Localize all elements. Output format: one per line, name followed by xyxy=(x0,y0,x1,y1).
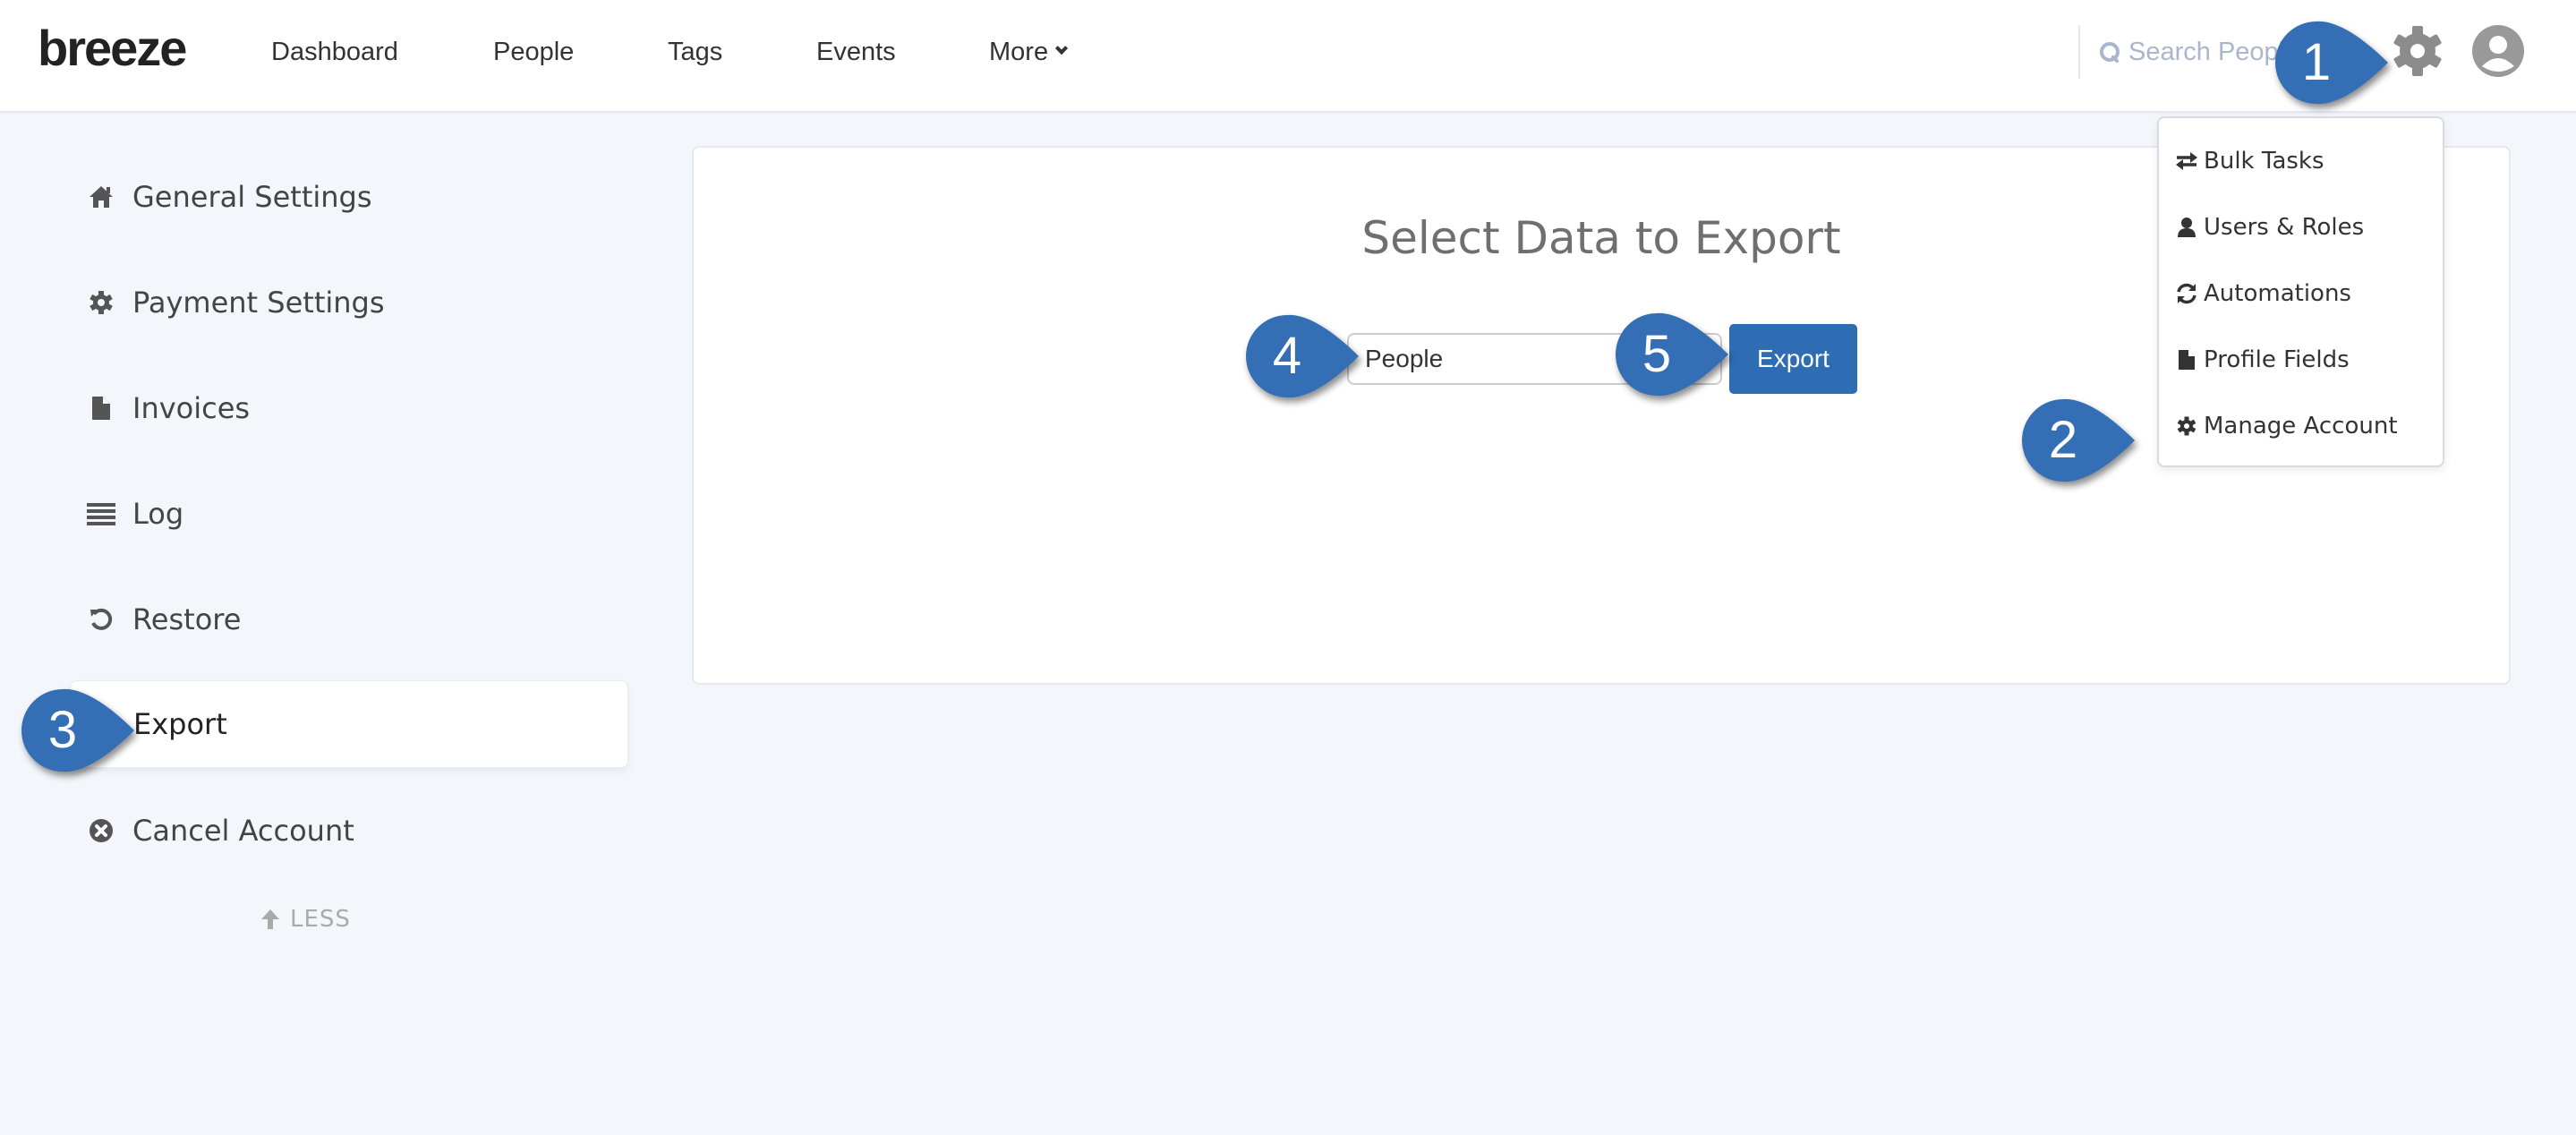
callout-number: 4 xyxy=(1272,327,1302,385)
sidebar-item-label: Invoices xyxy=(132,391,251,425)
sidebar-item-label: Restore xyxy=(132,602,242,636)
menu-item-automations[interactable]: Automations xyxy=(2175,272,2351,315)
step-callout-4: 4 xyxy=(1244,313,1387,399)
nav-tags[interactable]: Tags xyxy=(668,34,722,70)
menu-item-users-roles[interactable]: Users & Roles xyxy=(2175,206,2364,249)
callout-number: 1 xyxy=(2301,33,2332,91)
step-callout-3: 3 xyxy=(20,687,163,773)
list-icon xyxy=(86,499,116,529)
times-circle-icon xyxy=(86,815,116,846)
home-icon xyxy=(86,182,116,212)
breeze-logo[interactable]: breeze xyxy=(38,20,187,77)
sidebar-item-restore[interactable]: Restore xyxy=(70,576,628,663)
sidebar-item-label: General Settings xyxy=(132,180,372,214)
menu-item-label: Automations xyxy=(2204,280,2351,307)
nav-more[interactable]: More xyxy=(989,34,1069,70)
menu-item-label: Users & Roles xyxy=(2204,214,2365,241)
settings-dropdown-menu: Bulk Tasks Users & Roles Automations Pro… xyxy=(2157,116,2444,467)
callout-number: 3 xyxy=(47,701,78,759)
user-icon xyxy=(2175,216,2198,239)
menu-item-label: Manage Account xyxy=(2204,413,2398,439)
nav-people[interactable]: People xyxy=(493,34,574,70)
sidebar-item-log[interactable]: Log xyxy=(70,470,628,558)
callout-number: 2 xyxy=(2048,411,2078,469)
top-navbar: breeze Dashboard People Tags Events More xyxy=(0,0,2576,113)
search-icon xyxy=(2098,40,2121,64)
sidebar-item-cancel-account[interactable]: Cancel Account xyxy=(70,787,628,875)
sidebar-item-label: Cancel Account xyxy=(132,814,354,848)
step-callout-1: 1 xyxy=(2273,20,2417,106)
chevron-down-icon xyxy=(1055,41,1069,55)
less-label: LESS xyxy=(290,906,351,933)
nav-events[interactable]: Events xyxy=(816,34,896,70)
file-icon xyxy=(86,393,116,423)
sidebar-item-general-settings[interactable]: General Settings xyxy=(70,153,628,241)
gear-icon xyxy=(2175,414,2198,438)
menu-item-profile-fields[interactable]: Profile Fields xyxy=(2175,338,2350,381)
user-circle-icon xyxy=(2472,25,2524,77)
nav-more-label: More xyxy=(989,38,1049,66)
menu-item-label: Profile Fields xyxy=(2204,346,2350,373)
nav-dashboard[interactable]: Dashboard xyxy=(271,34,398,70)
search-divider xyxy=(2078,25,2080,79)
menu-item-bulk-tasks[interactable]: Bulk Tasks xyxy=(2175,140,2324,183)
refresh-icon xyxy=(2175,282,2198,305)
sidebar-item-label: Payment Settings xyxy=(132,286,385,320)
show-less-toggle[interactable]: LESS xyxy=(260,906,351,933)
menu-item-manage-account[interactable]: Manage Account xyxy=(2175,405,2398,448)
exchange-icon xyxy=(2175,149,2198,173)
arrow-up-icon xyxy=(261,909,279,929)
sidebar-item-label: Log xyxy=(132,497,184,531)
menu-item-label: Bulk Tasks xyxy=(2204,148,2324,175)
sidebar-item-payment-settings[interactable]: Payment Settings xyxy=(70,259,628,346)
sidebar-item-invoices[interactable]: Invoices xyxy=(70,364,628,452)
user-avatar-button[interactable] xyxy=(2470,23,2526,79)
step-callout-2: 2 xyxy=(2020,397,2163,483)
undo-icon xyxy=(86,604,116,635)
step-callout-5: 5 xyxy=(1614,311,1757,397)
file-icon xyxy=(2175,348,2198,371)
gear-icon xyxy=(86,287,116,318)
callout-number: 5 xyxy=(1642,325,1672,383)
